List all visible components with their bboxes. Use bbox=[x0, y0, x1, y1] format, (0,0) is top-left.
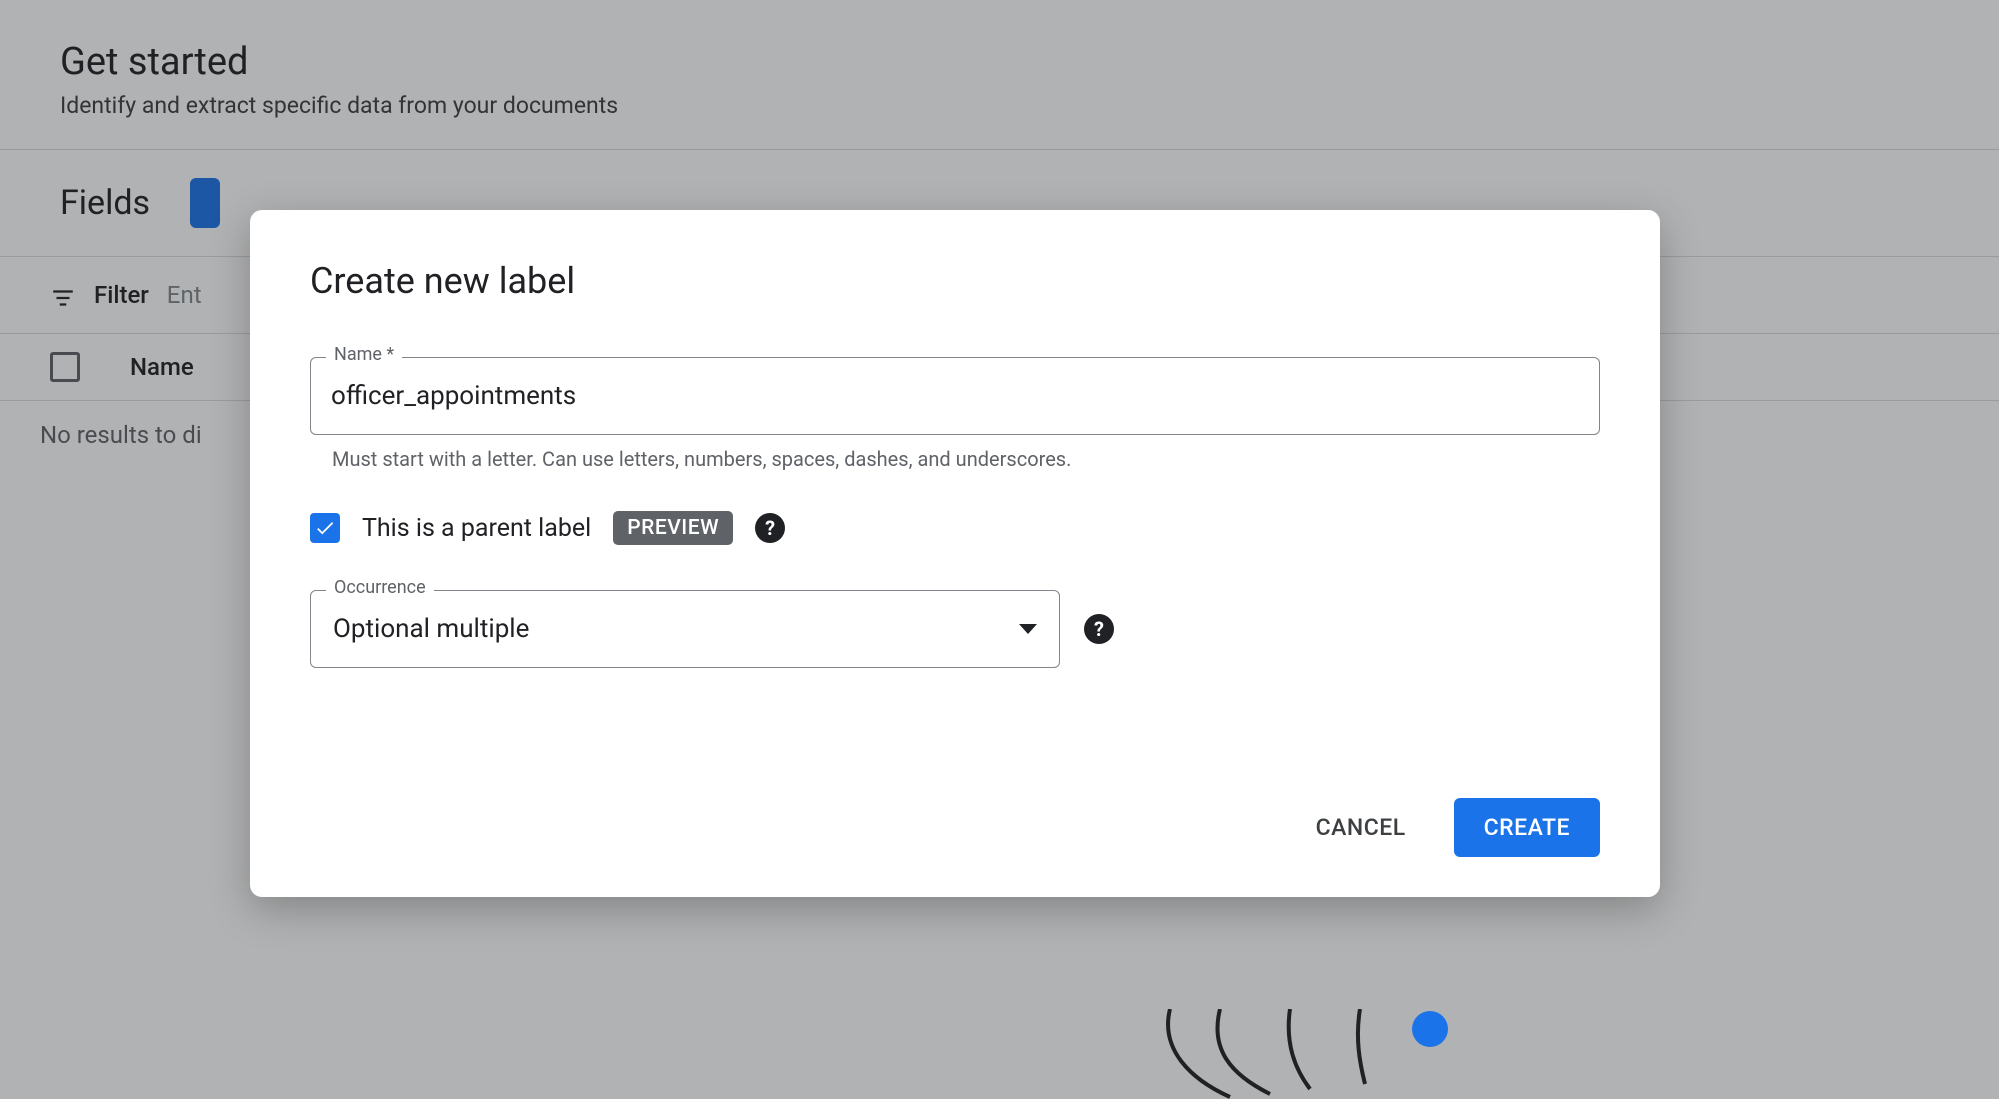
occurrence-value: Optional multiple bbox=[333, 614, 529, 644]
occurrence-label: Occurrence bbox=[326, 577, 434, 598]
name-input[interactable] bbox=[331, 381, 1579, 411]
help-icon[interactable]: ? bbox=[1084, 614, 1114, 644]
help-icon[interactable]: ? bbox=[755, 513, 785, 543]
name-field-label: Name * bbox=[326, 344, 402, 365]
chevron-down-icon bbox=[1019, 624, 1037, 634]
parent-label-row: This is a parent label PREVIEW ? bbox=[310, 511, 1600, 545]
preview-chip: PREVIEW bbox=[613, 511, 733, 545]
dialog-actions: CANCEL CREATE bbox=[310, 798, 1600, 857]
dialog-title: Create new label bbox=[310, 260, 1600, 302]
name-helper-text: Must start with a letter. Can use letter… bbox=[332, 447, 1600, 471]
name-field-wrapper: Name * bbox=[310, 357, 1600, 435]
cancel-button[interactable]: CANCEL bbox=[1286, 798, 1436, 857]
occurrence-select[interactable]: Occurrence Optional multiple bbox=[310, 590, 1060, 668]
create-button[interactable]: CREATE bbox=[1454, 798, 1600, 857]
parent-label-text: This is a parent label bbox=[362, 514, 591, 543]
create-label-dialog: Create new label Name * Must start with … bbox=[250, 210, 1660, 897]
occurrence-row: Occurrence Optional multiple ? bbox=[310, 590, 1600, 668]
parent-label-checkbox[interactable] bbox=[310, 513, 340, 543]
check-icon bbox=[314, 517, 336, 539]
decorative-lines bbox=[1130, 1009, 1450, 1099]
